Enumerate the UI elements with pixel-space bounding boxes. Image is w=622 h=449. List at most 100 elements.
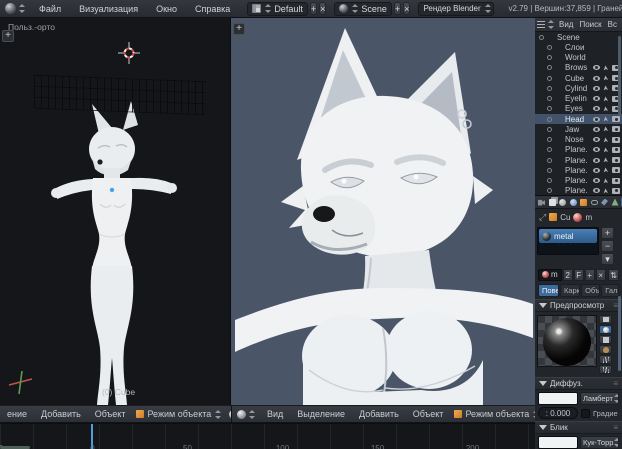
fox-model-closeup[interactable] xyxy=(231,18,535,405)
visibility-eye-icon[interactable] xyxy=(593,96,601,102)
slot-specials-button[interactable]: ▾ xyxy=(601,253,614,265)
add-layout-button[interactable]: + xyxy=(309,2,318,15)
selectability-arrow-icon[interactable]: ➤ xyxy=(602,177,610,184)
renderability-camera-icon[interactable] xyxy=(612,187,620,194)
outliner-row[interactable]: Cylind ➤ xyxy=(535,83,622,93)
object-name[interactable]: Eyelin xyxy=(565,94,593,103)
breadcrumb-object-name[interactable]: Cu xyxy=(560,213,570,222)
remove-slot-button[interactable]: − xyxy=(601,240,614,252)
preview-type-button[interactable] xyxy=(599,365,612,374)
visibility-eye-icon[interactable] xyxy=(593,85,601,91)
add-scene-button[interactable]: + xyxy=(393,2,402,15)
visibility-eye-icon[interactable] xyxy=(593,126,601,132)
expand-toggle-icon[interactable] xyxy=(547,44,552,50)
expand-toggle-icon[interactable] xyxy=(547,106,552,112)
object-name[interactable]: Brows xyxy=(565,63,593,72)
visibility-eye-icon[interactable] xyxy=(593,157,601,163)
panel-menu-icon[interactable]: ≡ xyxy=(613,423,618,432)
editor-type-selector[interactable] xyxy=(0,3,30,14)
properties-editor[interactable]: ⤢ Cu m metal · · · · + − ▾ m 2 F + × ⇅ П… xyxy=(535,196,622,449)
expand-toggle-icon[interactable] xyxy=(547,167,552,173)
selectability-arrow-icon[interactable]: ➤ xyxy=(602,136,610,143)
renderability-camera-icon[interactable] xyxy=(612,157,620,164)
object-name[interactable]: World xyxy=(565,53,622,62)
selectability-arrow-icon[interactable]: ➤ xyxy=(602,116,610,123)
mode-dropdown[interactable]: Режим объекта xyxy=(132,409,225,419)
visibility-eye-icon[interactable] xyxy=(593,75,601,81)
outliner-row[interactable]: Слои ➤ xyxy=(535,42,622,52)
resize-grip[interactable]: · · · · xyxy=(539,242,597,248)
specular-panel-header[interactable]: Блик ≡ xyxy=(535,421,622,434)
material-slot-list[interactable]: metal · · · · xyxy=(537,227,599,255)
close-scene-button[interactable]: × xyxy=(403,2,411,15)
outliner-row[interactable]: Eyelin ➤ xyxy=(535,94,622,104)
unlink-datablock-button[interactable]: × xyxy=(595,268,606,281)
renderability-camera-icon[interactable] xyxy=(612,177,620,184)
expand-toggle-icon[interactable] xyxy=(547,157,552,163)
expand-toggle-icon[interactable] xyxy=(547,75,552,81)
specular-shader-dropdown[interactable]: Кук-Торр xyxy=(580,436,619,449)
wireframe-plane-grid[interactable] xyxy=(34,74,206,116)
expand-toggle-icon[interactable] xyxy=(547,116,552,122)
object-name[interactable]: Scene xyxy=(557,33,622,42)
object-name[interactable]: Plane. xyxy=(565,166,593,175)
render-engine-selector[interactable]: Рендер Blender xyxy=(418,1,495,16)
diffuse-intensity-slider[interactable]: : 0.000 xyxy=(538,407,578,419)
outliner-row[interactable]: Plane. ➤ xyxy=(535,145,622,155)
expand-toggle-icon[interactable] xyxy=(539,34,544,40)
expand-toggle-icon[interactable] xyxy=(547,178,552,184)
selectability-arrow-icon[interactable]: ➤ xyxy=(602,188,610,195)
link-updown-button[interactable]: ⇅ xyxy=(608,268,619,281)
outliner-row[interactable]: World ➤ xyxy=(535,53,622,63)
preview-type-button[interactable] xyxy=(599,345,612,354)
object-name[interactable]: Cube xyxy=(565,74,593,83)
expand-toggle-icon[interactable] xyxy=(547,96,552,102)
renderability-camera-icon[interactable] xyxy=(612,146,620,153)
viewport-menu-item[interactable]: ение xyxy=(0,409,34,419)
preview-type-button[interactable] xyxy=(599,325,612,334)
panel-menu-icon[interactable]: ≡ xyxy=(613,379,618,388)
object-name[interactable]: Eyes xyxy=(565,104,593,113)
datablock-name-field[interactable]: m xyxy=(538,268,562,281)
object-name[interactable]: Plane. xyxy=(565,156,593,165)
object-name[interactable]: Plane. xyxy=(565,145,593,154)
preview-panel-header[interactable]: Предпросмотр ≡ xyxy=(535,299,622,312)
viewport-menu-item[interactable]: Добавить xyxy=(352,409,406,419)
outliner-row[interactable]: Plane. ➤ xyxy=(535,165,622,175)
visibility-eye-icon[interactable] xyxy=(593,137,601,143)
properties-tab-icon[interactable] xyxy=(611,197,620,207)
outliner-row[interactable]: Scene ➤ xyxy=(535,32,622,42)
preview-type-button[interactable] xyxy=(599,355,612,364)
preview-type-button[interactable] xyxy=(599,315,612,324)
viewport-right[interactable]: + xyxy=(231,18,535,405)
editor-type-selector[interactable] xyxy=(232,409,260,419)
viewport-left[interactable]: + Польз.-орто (0) Cube xyxy=(0,18,231,405)
outliner-row[interactable]: Jaw ➤ xyxy=(535,124,622,134)
outliner-scrollbar[interactable] xyxy=(618,36,621,116)
expand-toggle-icon[interactable] xyxy=(547,85,552,91)
diffuse-ramp-checkbox[interactable] xyxy=(581,408,590,418)
renderability-camera-icon[interactable] xyxy=(612,126,620,133)
renderability-camera-icon[interactable] xyxy=(612,136,620,143)
object-name[interactable]: Head xyxy=(565,115,593,124)
outliner-row[interactable]: Eyes ➤ xyxy=(535,104,622,114)
fake-user-button[interactable]: F xyxy=(573,268,584,281)
expand-toggle-icon[interactable] xyxy=(547,137,552,143)
material-type-tab[interactable]: Повер xyxy=(538,284,559,297)
diffuse-panel-header[interactable]: Диффуз. ≡ xyxy=(535,377,622,390)
material-type-tab[interactable]: Гало xyxy=(601,284,619,297)
properties-tab-icon[interactable] xyxy=(579,197,588,207)
menu-item[interactable]: Файл xyxy=(30,4,70,14)
selectability-arrow-icon[interactable]: ➤ xyxy=(602,157,610,164)
add-slot-button[interactable]: + xyxy=(601,227,614,239)
expand-toggle-icon[interactable] xyxy=(547,188,552,194)
visibility-eye-icon[interactable] xyxy=(593,188,601,194)
renderability-camera-icon[interactable] xyxy=(612,167,620,174)
outliner-editor-icon[interactable] xyxy=(537,21,545,28)
properties-tab-icon[interactable] xyxy=(590,197,599,207)
selectability-arrow-icon[interactable]: ➤ xyxy=(602,75,610,82)
close-layout-button[interactable]: × xyxy=(319,2,327,15)
material-type-tab[interactable]: Карка xyxy=(559,284,581,297)
object-name[interactable]: Nose xyxy=(565,135,593,144)
menu-item[interactable]: Визуализация xyxy=(70,4,147,14)
